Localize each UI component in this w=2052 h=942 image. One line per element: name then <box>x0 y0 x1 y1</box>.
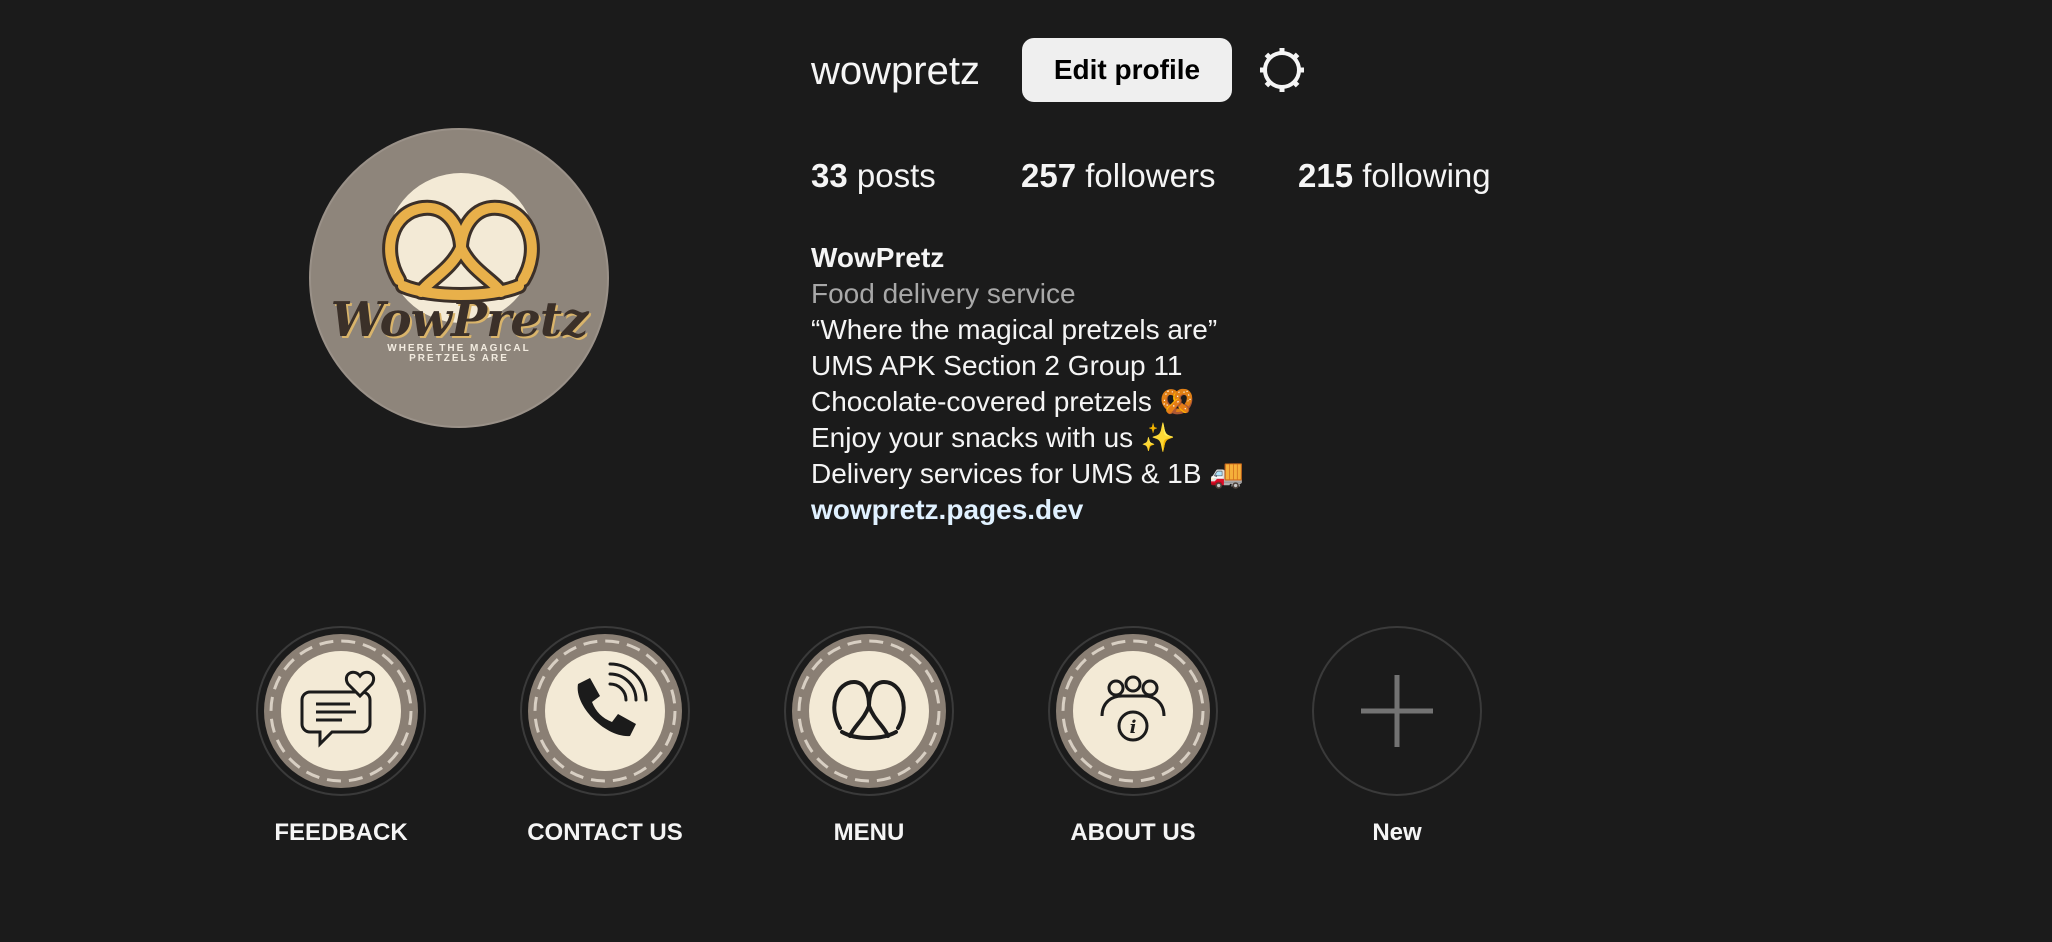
pretzel-icon <box>792 634 946 788</box>
highlight-label: FEEDBACK <box>274 819 408 846</box>
highlight-label: CONTACT US <box>527 819 683 846</box>
profile-page: WowPretz WHERE THE MAGICAL PRETZELS ARE … <box>0 0 2052 942</box>
bio-category: Food delivery service <box>811 278 1076 309</box>
following-stat[interactable]: 215 following <box>1298 154 1491 198</box>
highlight-ring: i <box>1048 626 1218 796</box>
highlight-about-us[interactable]: i ABOUT US <box>1048 626 1218 848</box>
highlight-feedback[interactable]: FEEDBACK <box>256 626 426 848</box>
posts-count: 33 <box>811 157 848 194</box>
settings-gear-icon[interactable] <box>1258 46 1306 94</box>
following-count: 215 <box>1298 157 1354 194</box>
profile-avatar[interactable]: WowPretz WHERE THE MAGICAL PRETZELS ARE <box>309 128 609 428</box>
followers-stat[interactable]: 257 followers <box>1021 154 1215 198</box>
highlight-ring <box>1312 626 1482 796</box>
pretzel-logo-icon <box>382 173 540 323</box>
highlight-ring <box>784 626 954 796</box>
highlight-ring <box>256 626 426 796</box>
highlight-label: New <box>1372 819 1422 846</box>
people-info-icon: i <box>1056 634 1210 788</box>
bio-line: Enjoy your snacks with us ✨ <box>811 422 1176 453</box>
highlight-menu[interactable]: MENU <box>784 626 954 848</box>
highlight-ring <box>520 626 690 796</box>
bio-line: UMS APK Section 2 Group 11 <box>811 350 1183 381</box>
bio-name: WowPretz <box>811 242 945 273</box>
bio-line: Delivery services for UMS & 1B 🚚 <box>811 458 1245 489</box>
highlight-contact-us[interactable]: CONTACT US <box>520 626 690 848</box>
profile-username: wowpretz <box>811 49 980 93</box>
feedback-chat-heart-icon <box>264 634 418 788</box>
highlight-label: ABOUT US <box>1070 819 1196 846</box>
logo-wordmark: WowPretz <box>330 292 589 348</box>
bio-line: Chocolate-covered pretzels 🥨 <box>811 386 1195 417</box>
followers-label: followers <box>1085 157 1216 194</box>
bio-website-link[interactable]: wowpretz.pages.dev <box>811 492 1244 528</box>
bio-line: “Where the magical pretzels are” <box>811 314 1218 345</box>
posts-stat[interactable]: 33 posts <box>811 154 936 198</box>
edit-profile-button[interactable]: Edit profile <box>1022 38 1232 102</box>
logo-tagline-line-2: PRETZELS ARE <box>409 353 509 364</box>
highlight-new[interactable]: New <box>1312 626 1482 848</box>
plus-icon <box>1361 675 1433 747</box>
followers-count: 257 <box>1021 157 1077 194</box>
logo-tagline: WHERE THE MAGICAL PRETZELS ARE <box>311 344 607 364</box>
highlight-label: MENU <box>833 819 905 846</box>
phone-icon <box>528 634 682 788</box>
profile-bio: WowPretz Food delivery service “Where th… <box>811 240 1244 528</box>
posts-label: posts <box>856 157 936 194</box>
svg-text:i: i <box>1130 717 1137 738</box>
following-label: following <box>1362 157 1491 194</box>
